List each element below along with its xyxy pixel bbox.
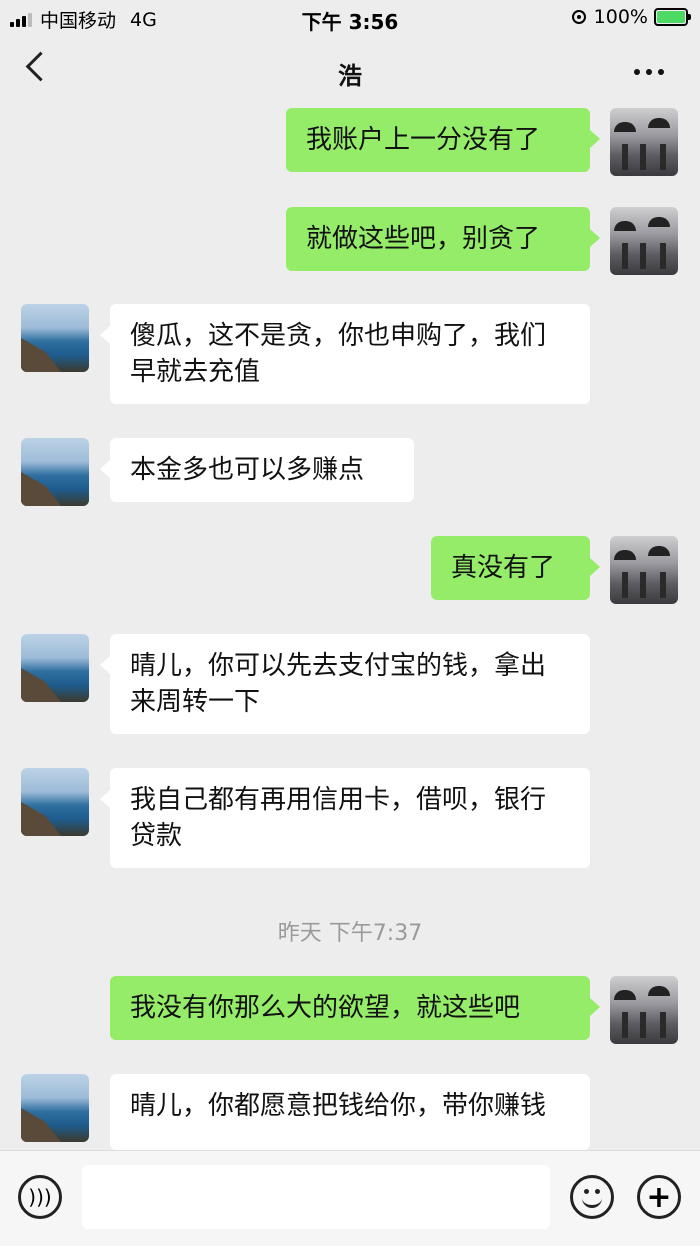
chat-title: 浩	[338, 62, 362, 90]
message-bubble[interactable]: 晴儿，你可以先去支付宝的钱，拿出来周转一下	[100, 634, 590, 734]
message-input[interactable]	[82, 1165, 550, 1229]
message-bubble[interactable]: 我账户上一分没有了	[286, 108, 600, 172]
avatar-contact[interactable]	[21, 634, 89, 702]
battery-percent: 100%	[593, 6, 648, 28]
avatar-contact[interactable]	[21, 768, 89, 836]
avatar-self[interactable]	[610, 976, 678, 1044]
avatar-contact[interactable]	[21, 438, 89, 506]
avatar-self[interactable]	[610, 108, 678, 176]
avatar-self[interactable]	[610, 207, 678, 275]
message-bubble[interactable]: 真没有了	[431, 536, 600, 600]
message-bubble[interactable]: 我自己都有再用信用卡，借呗，银行贷款	[100, 768, 590, 868]
message-bubble[interactable]: 我没有你那么大的欲望，就这些吧	[110, 976, 600, 1040]
voice-icon[interactable]: )))	[18, 1175, 62, 1219]
message-bubble[interactable]: 傻瓜，这不是贪，你也申购了，我们早就去充值	[100, 304, 590, 404]
avatar-contact[interactable]	[21, 304, 89, 372]
message-bubble[interactable]: 晴儿，你都愿意把钱给你，带你赚钱	[110, 1074, 590, 1150]
input-bar: ))) +	[0, 1150, 700, 1246]
chat-header: 浩	[0, 36, 700, 108]
message-bubble[interactable]: 本金多也可以多赚点	[100, 438, 414, 502]
more-options-icon[interactable]	[634, 69, 664, 75]
chat-timestamp: 昨天 下午7:37	[277, 921, 423, 946]
emoji-icon[interactable]	[570, 1175, 614, 1219]
battery-icon	[654, 8, 691, 26]
message-bubble[interactable]: 就做这些吧，别贪了	[286, 207, 600, 271]
avatar-self[interactable]	[610, 536, 678, 604]
avatar-contact[interactable]	[21, 1074, 89, 1142]
status-bar: 中国移动 4G 下午 3:56 100%	[0, 0, 700, 36]
orientation-lock-icon	[571, 10, 586, 24]
status-right: 100%	[571, 6, 691, 28]
plus-icon[interactable]: +	[637, 1175, 681, 1219]
